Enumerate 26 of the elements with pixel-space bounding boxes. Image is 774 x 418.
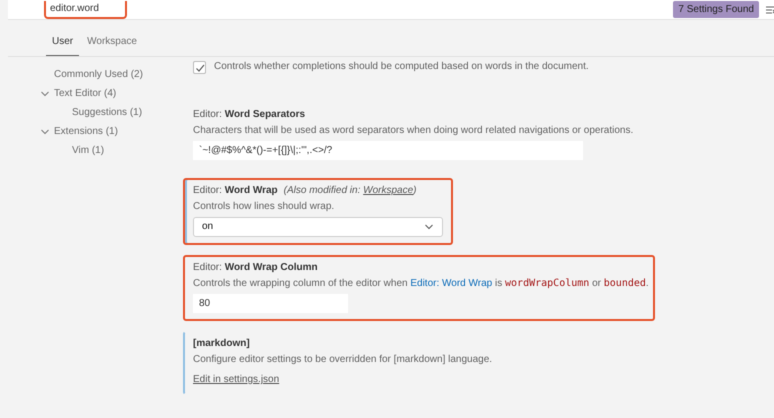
dropdown[interactable]: on xyxy=(193,217,443,237)
clear-filter-icon[interactable] xyxy=(765,4,774,14)
setting-link[interactable]: Editor: Word Wrap xyxy=(410,278,492,288)
sidebar-item[interactable]: Extensions (1) xyxy=(54,124,118,139)
search-field[interactable]: editor.word xyxy=(44,0,127,18)
checkbox[interactable] xyxy=(193,61,206,74)
setting-title: [markdown] xyxy=(193,338,251,350)
edit-settings-link[interactable]: Edit in settings.json xyxy=(193,374,280,386)
results-count: 7 Settings Found xyxy=(673,1,759,18)
setting-description: Characters that will be used as word separators when doing word related navigations or operations. xyxy=(193,124,634,137)
text-field[interactable]: `~!@#$%^&*()-=+[{]}\|;:'",.<>/? xyxy=(193,141,583,160)
setting-title: Editor: Word Wrap (Also modified in: Workspace) xyxy=(193,185,418,198)
sidebar-item[interactable]: Vim (1) xyxy=(72,143,104,158)
sidebar-item[interactable]: Text Editor (4) xyxy=(54,86,116,101)
number-field[interactable]: 80 xyxy=(193,294,348,313)
setting-description: Controls whether completions should be computed based on words in the document. xyxy=(214,61,589,74)
setting-description: Controls how lines should wrap. xyxy=(193,200,336,213)
workspace-link[interactable]: Workspace xyxy=(363,185,414,196)
tab[interactable]: Workspace xyxy=(81,32,143,56)
sidebar-item[interactable]: Commonly Used (2) xyxy=(54,67,143,82)
setting-title: Editor: Word Separators xyxy=(193,109,306,122)
chevron-icon xyxy=(424,222,434,232)
tab[interactable]: User xyxy=(46,32,80,56)
sidebar-item[interactable]: Suggestions (1) xyxy=(72,105,142,120)
setting-title: Editor: Word Wrap Column xyxy=(193,262,319,274)
setting-description: Configure editor settings to be overridden for [markdown] language. xyxy=(193,354,494,366)
